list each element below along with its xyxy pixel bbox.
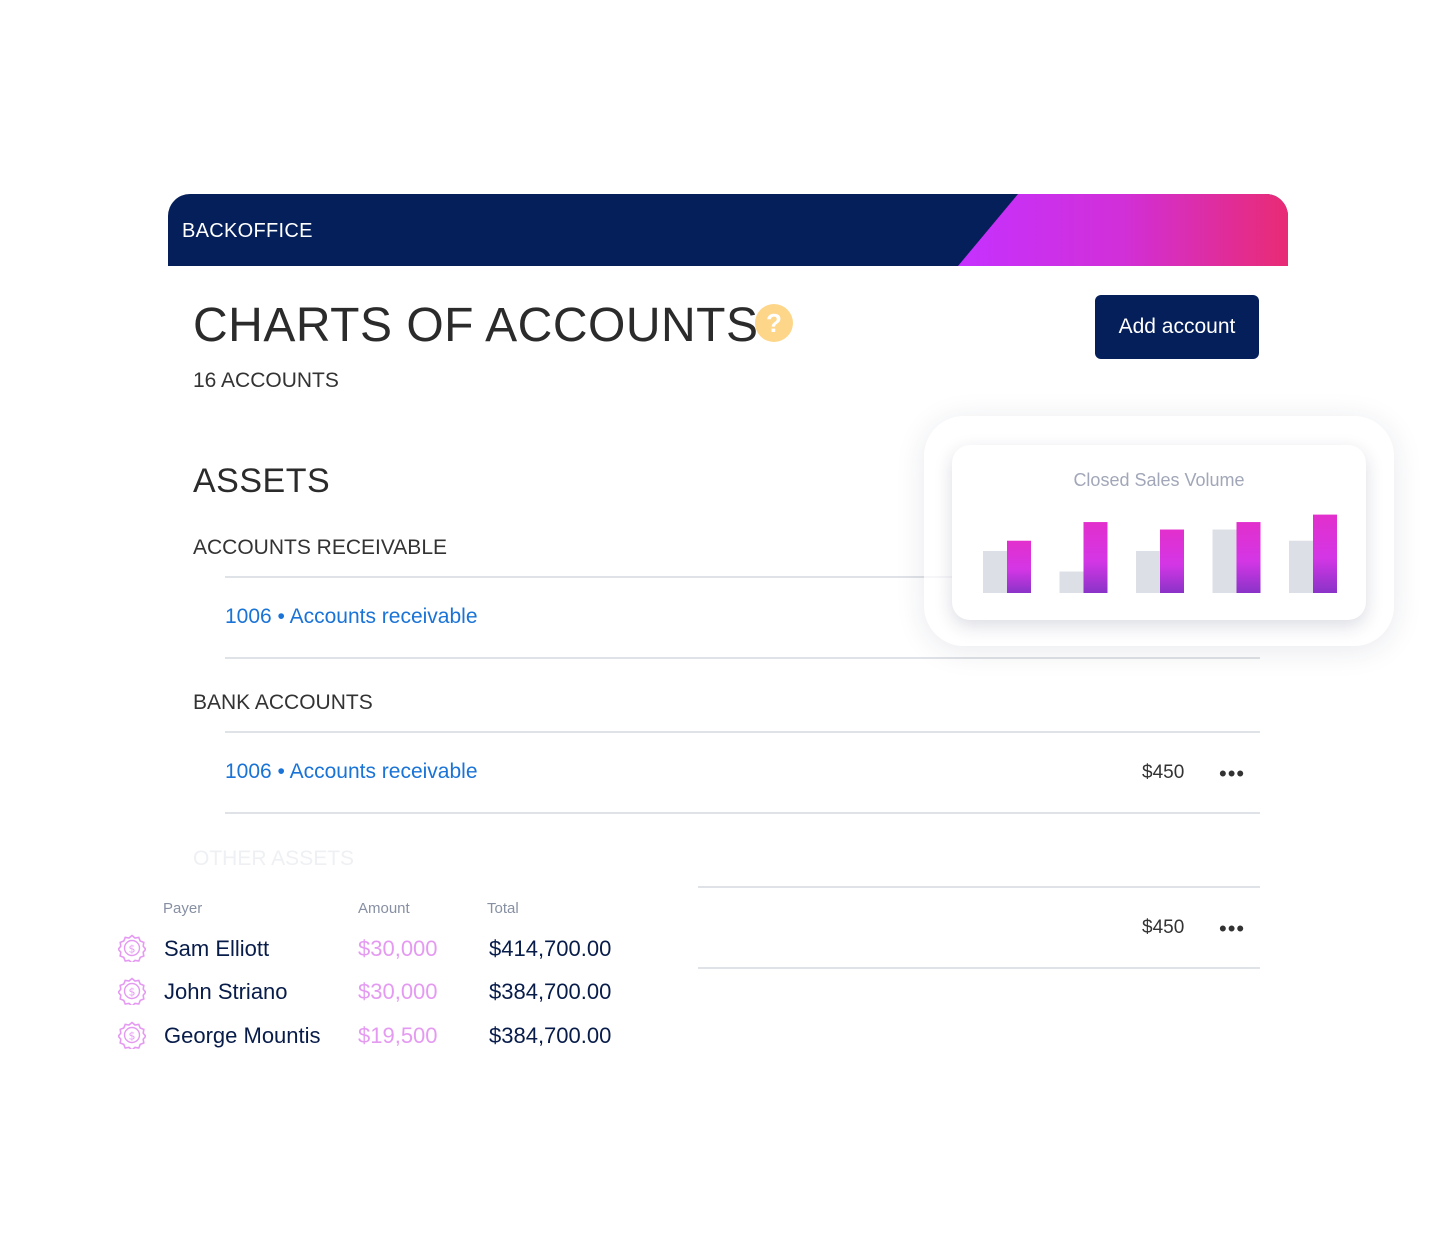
account-amount: $450 bbox=[1142, 917, 1185, 938]
account-amount: $450 bbox=[1142, 762, 1185, 783]
group-title-accounts-receivable: ACCOUNTS RECEIVABLE bbox=[193, 536, 447, 559]
dollar-coin-icon: $ bbox=[118, 934, 146, 962]
chart-bar-series1-5 bbox=[1289, 540, 1313, 593]
chart-bar-series1-2 bbox=[1059, 571, 1084, 593]
dollar-coin-icon: $ bbox=[118, 1021, 146, 1049]
account-count: 16 ACCOUNTS bbox=[193, 369, 339, 392]
payer-amount: $30,000 bbox=[358, 979, 438, 1004]
svg-text:$: $ bbox=[129, 986, 136, 999]
add-account-button[interactable]: Add account bbox=[1095, 295, 1259, 359]
divider bbox=[225, 731, 1260, 733]
chart-bar-series1-1 bbox=[983, 551, 1007, 593]
chart-bar-series2-4 bbox=[1236, 522, 1261, 593]
group-title-other-assets: OTHER ASSETS bbox=[193, 847, 355, 870]
chart-bar-series2-2 bbox=[1083, 522, 1108, 593]
top-bar: BACKOFFICE bbox=[168, 194, 1288, 266]
svg-text:$: $ bbox=[129, 1030, 136, 1043]
payer-name: George Mountis bbox=[164, 1023, 321, 1048]
table-row[interactable]: $ George Mountis $19,500 $384,700.00 bbox=[110, 1018, 670, 1052]
section-title-assets: ASSETS bbox=[193, 462, 331, 500]
table-row[interactable]: $ John Striano $30,000 $384,700.00 bbox=[110, 974, 670, 1008]
divider bbox=[225, 812, 1260, 814]
payer-total: $414,700.00 bbox=[489, 936, 612, 961]
chart-bar-series1-3 bbox=[1136, 551, 1160, 593]
svg-text:$: $ bbox=[129, 943, 136, 956]
more-options-icon[interactable]: ••• bbox=[1219, 918, 1245, 940]
account-link[interactable]: 1006 • Accounts receivable bbox=[225, 760, 478, 784]
divider bbox=[698, 967, 1260, 969]
chart-bar-series1-4 bbox=[1212, 529, 1237, 593]
chart-bar-series2-3 bbox=[1160, 529, 1184, 593]
top-bar-gradient bbox=[958, 194, 1288, 266]
divider bbox=[698, 886, 1260, 888]
payer-total: $384,700.00 bbox=[489, 979, 612, 1004]
column-header-total: Total bbox=[487, 900, 519, 917]
question-icon[interactable]: ? bbox=[755, 304, 793, 342]
chart-bar-series2-5 bbox=[1313, 514, 1337, 593]
closed-sales-chart bbox=[983, 514, 1337, 593]
page-title: CHARTS OF ACCOUNTS bbox=[193, 299, 759, 352]
closed-sales-chart-card: Closed Sales Volume bbox=[952, 445, 1366, 620]
column-header-payer: Payer bbox=[163, 900, 203, 917]
more-options-icon[interactable]: ••• bbox=[1219, 763, 1245, 785]
payer-amount: $30,000 bbox=[358, 936, 438, 961]
payer-table: Payer Amount Total $ Sam Elliott $30,000… bbox=[110, 896, 670, 1066]
account-link[interactable]: 1006 • Accounts receivable bbox=[225, 605, 478, 629]
payer-name: Sam Elliott bbox=[164, 936, 270, 961]
group-title-bank-accounts: BANK ACCOUNTS bbox=[193, 691, 373, 714]
payer-amount: $19,500 bbox=[358, 1023, 438, 1048]
divider bbox=[225, 657, 1260, 659]
brand-label: BACKOFFICE bbox=[182, 220, 313, 242]
dollar-coin-icon: $ bbox=[118, 977, 146, 1005]
payer-name: John Striano bbox=[164, 979, 288, 1004]
table-row[interactable]: $ Sam Elliott $30,000 $414,700.00 bbox=[110, 931, 670, 965]
column-header-amount: Amount bbox=[358, 900, 410, 917]
payer-total: $384,700.00 bbox=[489, 1023, 612, 1048]
chart-bar-series2-1 bbox=[1007, 540, 1031, 593]
